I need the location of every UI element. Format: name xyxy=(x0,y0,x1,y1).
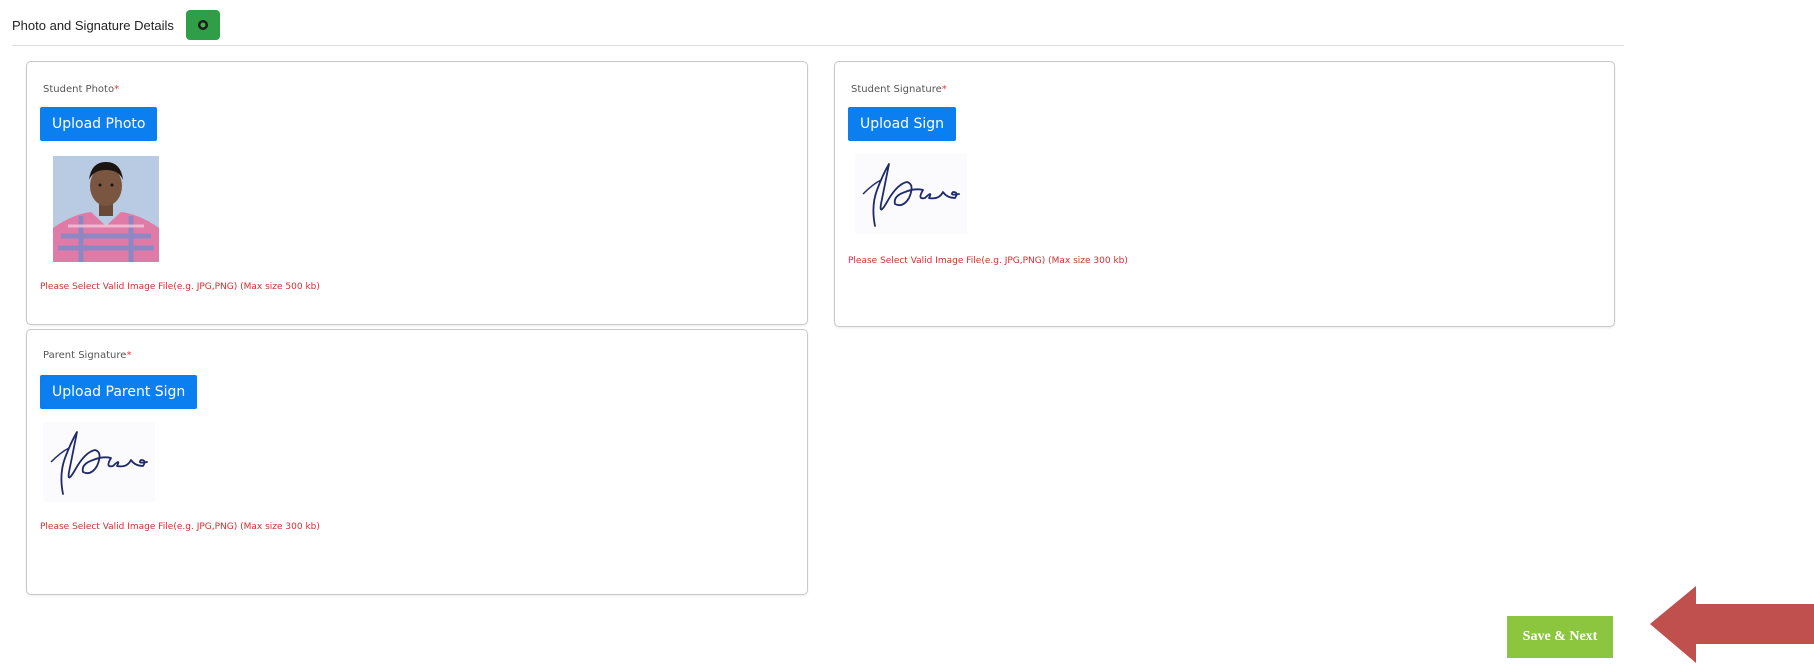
parent-signature-preview xyxy=(43,422,155,502)
parent-signature-card: Parent Signature* Upload Parent Sign Ple… xyxy=(26,329,808,595)
student-photo-hint: Please Select Valid Image File(e.g. JPG,… xyxy=(40,282,320,292)
upload-photo-button[interactable]: Upload Photo xyxy=(40,107,158,141)
header-divider xyxy=(12,45,1624,46)
student-photo-card: Student Photo* Upload Photo Please Selec… xyxy=(26,61,808,325)
student-signature-label: Student Signature* xyxy=(851,84,947,95)
parent-signature-label: Parent Signature* xyxy=(43,350,132,361)
circle-icon xyxy=(197,20,208,30)
student-signature-preview xyxy=(855,154,967,234)
student-signature-card: Student Signature* Upload Sign Please Se… xyxy=(834,61,1615,327)
save-next-button[interactable]: Save & Next xyxy=(1507,616,1613,658)
section-title: Photo and Signature Details xyxy=(12,17,174,33)
student-photo-preview xyxy=(53,156,159,262)
collapse-toggle-button[interactable] xyxy=(185,10,220,40)
parent-signature-hint: Please Select Valid Image File(e.g. JPG,… xyxy=(40,522,320,532)
section-header: Photo and Signature Details xyxy=(12,10,220,40)
pointer-arrow-icon xyxy=(1650,586,1814,668)
upload-parent-sign-button[interactable]: Upload Parent Sign xyxy=(40,375,198,409)
student-photo-label: Student Photo* xyxy=(43,84,120,95)
upload-sign-button[interactable]: Upload Sign xyxy=(848,107,957,141)
student-signature-hint: Please Select Valid Image File(e.g. JPG,… xyxy=(848,256,1128,266)
